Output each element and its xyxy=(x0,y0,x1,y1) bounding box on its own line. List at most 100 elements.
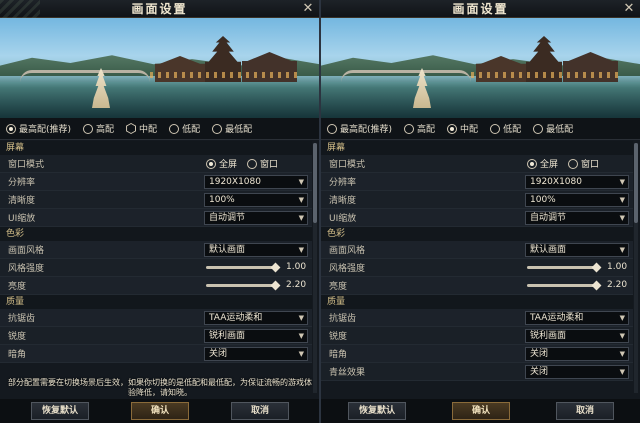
chevron-down-icon: ▼ xyxy=(298,195,304,204)
slider-thumb[interactable] xyxy=(591,280,602,291)
window-mode-options: 全屏 窗口 xyxy=(206,157,278,170)
preset-medium[interactable]: 中配 xyxy=(126,122,157,135)
notice-text: 部分配置需要在切换场景后生效，如果你切换的是低配和最低配，为保证流畅的游戏体验降… xyxy=(8,378,312,397)
chevron-down-icon: ▼ xyxy=(298,245,304,254)
settings-list: 屏幕 窗口模式 全屏 窗口 分辨率 1920X1080 ▼ 清晰度 100% ▼ U… xyxy=(321,141,633,395)
close-icon[interactable]: ✕ xyxy=(301,2,315,16)
blue-effect-select[interactable]: 关闭 ▼ xyxy=(525,364,629,379)
row-label: 分辨率 xyxy=(329,178,357,188)
row-label: 画面风格 xyxy=(329,246,366,256)
antialias-select[interactable]: TAA运动柔和 ▼ xyxy=(525,310,629,325)
clarity-select[interactable]: 100% ▼ xyxy=(204,192,308,207)
row-ui-scale: UI缩放 自动调节 ▼ xyxy=(0,209,312,227)
radio-icon xyxy=(83,123,94,134)
row-label: 暗角 xyxy=(329,350,348,360)
row-label: 抗锯齿 xyxy=(329,314,357,324)
select-value: 锐利画面 xyxy=(209,330,246,341)
option-label: 窗口 xyxy=(260,160,279,170)
resolution-select[interactable]: 1920X1080 ▼ xyxy=(204,174,308,189)
reset-default-button[interactable]: 恢复默认 xyxy=(348,402,406,420)
preset-medium[interactable]: 中配 xyxy=(447,122,478,135)
quality-preset-bar: 最高配(推荐) 高配 中配 低配 最低配 xyxy=(321,118,640,140)
close-icon[interactable]: ✕ xyxy=(622,2,636,16)
slider-value: 1.00 xyxy=(607,262,628,272)
settings-panel-right: 画面设置 ✕ 最高配(推荐) 高配 中配 低配 最低配 屏幕 窗口模式 全屏 窗… xyxy=(320,0,640,423)
landscape-preview-image xyxy=(321,18,640,118)
sharpness-select[interactable]: 锐利画面 ▼ xyxy=(525,328,629,343)
settings-panel-left: 画面设置 ✕ 最高配(推荐) 高配 中配 低配 最低配 屏幕 窗口模式 全屏 窗… xyxy=(0,0,320,423)
scrollbar-thumb[interactable] xyxy=(634,143,638,223)
preset-lowest[interactable]: 最低配 xyxy=(533,122,573,135)
radio-icon xyxy=(490,123,501,134)
option-fullscreen[interactable]: 全屏 xyxy=(206,157,237,170)
preset-ultra[interactable]: 最高配(推荐) xyxy=(327,122,392,135)
row-resolution: 分辨率 1920X1080 ▼ xyxy=(321,173,633,191)
radio-icon xyxy=(404,123,415,134)
chevron-down-icon: ▼ xyxy=(619,213,625,222)
preset-label: 最低配 xyxy=(546,125,574,135)
select-value: 自动调节 xyxy=(530,212,567,223)
slider-thumb[interactable] xyxy=(270,280,281,291)
select-value: TAA运动柔和 xyxy=(209,312,263,323)
row-label: 清晰度 xyxy=(8,196,36,206)
ui-scale-select[interactable]: 自动调节 ▼ xyxy=(525,210,629,225)
row-ui-scale: UI缩放 自动调节 ▼ xyxy=(321,209,633,227)
resolution-select[interactable]: 1920X1080 ▼ xyxy=(525,174,629,189)
row-dark-corner: 暗角 关闭 ▼ xyxy=(321,345,633,363)
preset-low[interactable]: 低配 xyxy=(490,122,521,135)
row-blue-effect: 青丝效果 关闭 ▼ xyxy=(321,363,633,381)
preset-label: 低配 xyxy=(503,125,522,135)
quality-preset-bar: 最高配(推荐) 高配 中配 低配 最低配 xyxy=(0,118,319,140)
preset-ultra[interactable]: 最高配(推荐) xyxy=(6,122,71,135)
dark-corner-select[interactable]: 关闭 ▼ xyxy=(525,346,629,361)
style-strength-slider[interactable] xyxy=(206,262,281,273)
brightness-slider[interactable] xyxy=(527,280,602,291)
preset-high[interactable]: 高配 xyxy=(83,122,114,135)
row-resolution: 分辨率 1920X1080 ▼ xyxy=(0,173,312,191)
cancel-button[interactable]: 取消 xyxy=(231,402,289,420)
option-windowed[interactable]: 窗口 xyxy=(247,157,278,170)
option-fullscreen[interactable]: 全屏 xyxy=(527,157,558,170)
row-label: 风格强度 xyxy=(329,264,366,274)
chevron-down-icon: ▼ xyxy=(619,245,625,254)
confirm-button[interactable]: 确认 xyxy=(452,402,510,420)
row-label: UI缩放 xyxy=(8,214,36,224)
slider-value: 2.20 xyxy=(607,280,628,290)
row-label: 风格强度 xyxy=(8,264,45,274)
preset-lowest[interactable]: 最低配 xyxy=(212,122,252,135)
sharpness-select[interactable]: 锐利画面 ▼ xyxy=(204,328,308,343)
radio-icon xyxy=(206,158,216,169)
title-bar: 画面设置 ✕ xyxy=(321,0,640,18)
dark-corner-select[interactable]: 关闭 ▼ xyxy=(204,346,308,361)
cancel-button[interactable]: 取消 xyxy=(556,402,614,420)
option-windowed[interactable]: 窗口 xyxy=(568,157,599,170)
scrollbar[interactable] xyxy=(634,143,638,393)
chevron-down-icon: ▼ xyxy=(619,195,625,204)
scrollbar-thumb[interactable] xyxy=(313,143,317,223)
chevron-down-icon: ▼ xyxy=(298,213,304,222)
preset-low[interactable]: 低配 xyxy=(169,122,200,135)
slider-value: 2.20 xyxy=(286,280,307,290)
row-brightness: 亮度 2.20 xyxy=(0,277,312,295)
style-select[interactable]: 默认画面 ▼ xyxy=(204,242,308,257)
ui-scale-select[interactable]: 自动调节 ▼ xyxy=(204,210,308,225)
confirm-button[interactable]: 确认 xyxy=(131,402,189,420)
clarity-select[interactable]: 100% ▼ xyxy=(525,192,629,207)
row-label: 亮度 xyxy=(329,282,348,292)
radio-icon xyxy=(169,123,180,134)
row-label: 分辨率 xyxy=(8,178,36,188)
row-clarity: 清晰度 100% ▼ xyxy=(321,191,633,209)
reset-default-button[interactable]: 恢复默认 xyxy=(31,402,89,420)
style-select[interactable]: 默认画面 ▼ xyxy=(525,242,629,257)
section-screen: 屏幕 xyxy=(321,141,633,155)
section-color: 色彩 xyxy=(0,227,312,241)
slider-thumb[interactable] xyxy=(270,262,281,273)
scrollbar[interactable] xyxy=(313,143,317,393)
brightness-slider[interactable] xyxy=(206,280,281,291)
row-style: 画面风格 默认画面 ▼ xyxy=(321,241,633,259)
style-strength-slider[interactable] xyxy=(527,262,602,273)
preset-high[interactable]: 高配 xyxy=(404,122,435,135)
slider-thumb[interactable] xyxy=(591,262,602,273)
antialias-select[interactable]: TAA运动柔和 ▼ xyxy=(204,310,308,325)
preset-label: 中配 xyxy=(460,125,479,135)
